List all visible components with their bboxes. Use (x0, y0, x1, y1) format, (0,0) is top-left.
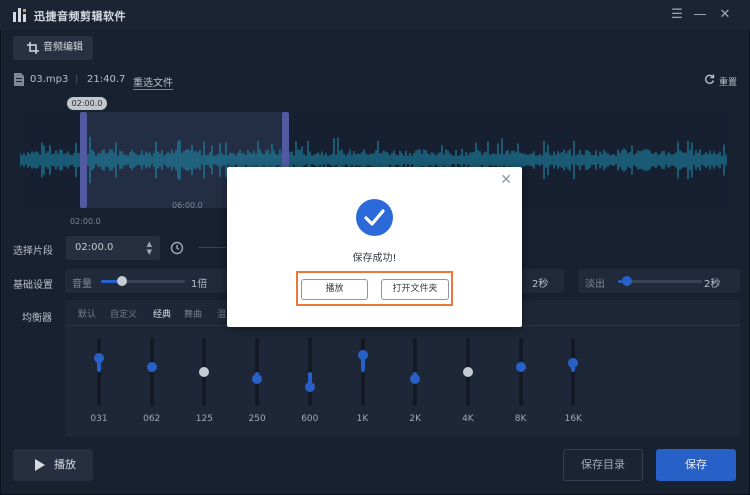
open-folder-button[interactable]: 打开文件夹 (381, 279, 449, 300)
dialog-play-button[interactable]: 播放 (301, 279, 368, 300)
success-check-icon (356, 199, 393, 236)
dialog-message: 保存成功! (352, 253, 397, 264)
save-success-dialog: ✕ 保存成功! 播放 打开文件夹 (227, 167, 522, 327)
close-icon[interactable]: ✕ (500, 173, 512, 187)
